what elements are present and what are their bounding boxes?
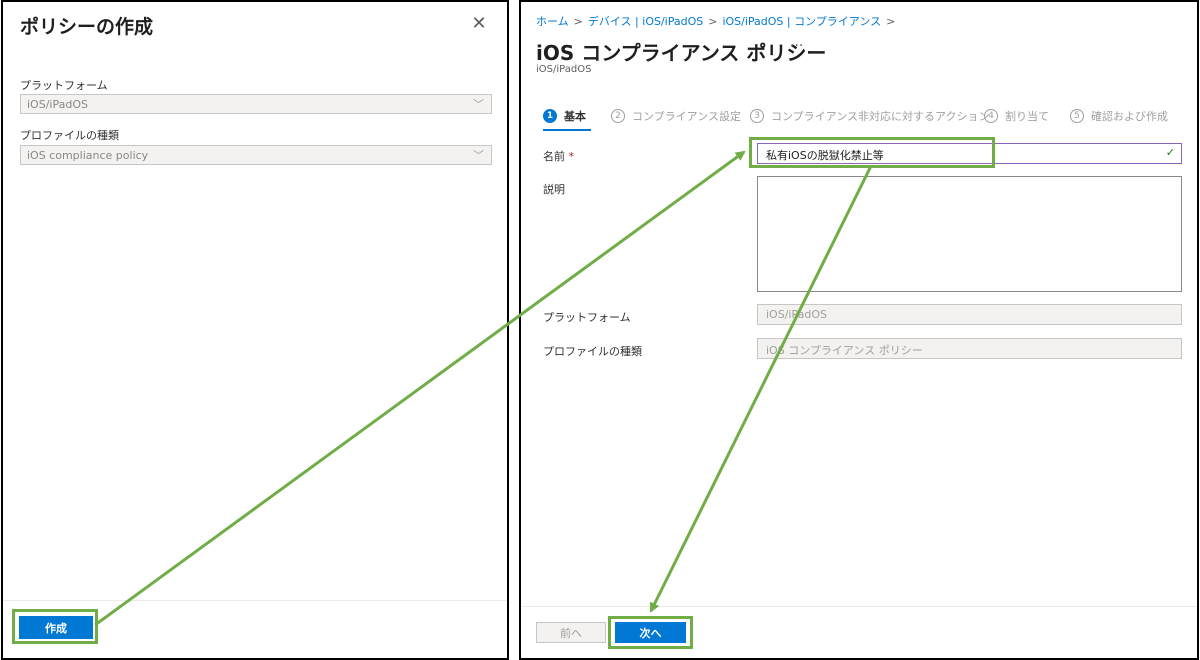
chevron-down-icon: ﹀ [473, 149, 484, 162]
chevron-down-icon: ﹀ [473, 98, 484, 111]
required-mark: * [568, 150, 575, 163]
step-label: 基本 [564, 110, 586, 123]
step-number: 3 [750, 109, 764, 123]
step-label: コンプライアンス非対応に対するアクション [771, 110, 990, 123]
chevron-right-icon: > [886, 15, 896, 28]
description-label: 説明 [543, 183, 565, 196]
platform-label: プラットフォーム [543, 311, 631, 324]
previous-button[interactable]: 前へ [536, 622, 606, 643]
step-number: 5 [1070, 109, 1084, 123]
name-label-text: 名前 [543, 150, 565, 163]
panel-title: ポリシーの作成 [20, 16, 154, 38]
create-button[interactable]: 作成 [19, 616, 93, 639]
page-title: iOS コンプライアンス ポリシー [536, 41, 827, 65]
profile-type-label: プロファイルの種類 [543, 345, 642, 358]
profile-type-field: iOS コンプライアンス ポリシー [757, 338, 1182, 359]
platform-select-value: iOS/iPadOS [27, 98, 88, 111]
step-number: 1 [543, 109, 557, 123]
step-label: コンプライアンス設定 [632, 110, 742, 123]
profile-type-select[interactable]: iOS compliance policy ﹀ [20, 145, 492, 165]
name-input[interactable]: 私有iOSの脱獄化禁止等 ✓ [757, 143, 1182, 164]
footer-divider [521, 606, 1197, 607]
step-noncompliance-actions[interactable]: 3 コンプライアンス非対応に対するアクション [750, 108, 989, 124]
breadcrumb-home[interactable]: ホーム [536, 15, 569, 28]
page-subtitle: iOS/iPadOS [536, 64, 592, 75]
profile-type-label: プロファイルの種類 [20, 129, 119, 142]
step-number: 2 [611, 109, 625, 123]
breadcrumb-devices[interactable]: デバイス | iOS/iPadOS [588, 15, 703, 28]
step-label: 割り当て [1005, 110, 1049, 123]
step-assignments[interactable]: 4 割り当て [984, 108, 1049, 124]
step-review-create[interactable]: 5 確認および作成 [1070, 108, 1168, 124]
chevron-right-icon: > [708, 15, 718, 28]
next-button[interactable]: 次へ [615, 622, 686, 643]
platform-label: プラットフォーム [20, 79, 108, 92]
platform-field: iOS/iPadOS [757, 304, 1182, 325]
step-number: 4 [984, 109, 998, 123]
checkmark-icon: ✓ [1165, 146, 1175, 159]
create-policy-panel: ポリシーの作成 ✕ プラットフォーム iOS/iPadOS ﹀ プロファイルの種… [1, 0, 509, 660]
ios-compliance-policy-panel: ホーム > デバイス | iOS/iPadOS > iOS/iPadOS | コンプライ… [519, 0, 1199, 660]
active-step-indicator [543, 129, 591, 131]
name-input-value: 私有iOSの脱獄化禁止等 [766, 149, 884, 162]
step-basics[interactable]: 1 基本 [543, 108, 586, 124]
breadcrumb-compliance[interactable]: iOS/iPadOS | コンプライアンス [722, 15, 881, 28]
platform-select[interactable]: iOS/iPadOS ﹀ [20, 94, 492, 114]
close-icon[interactable]: ✕ [469, 14, 489, 34]
more-options-icon[interactable]: ··· [790, 38, 803, 54]
chevron-right-icon: > [573, 15, 583, 28]
step-label: 確認および作成 [1091, 110, 1168, 123]
breadcrumb: ホーム > デバイス | iOS/iPadOS > iOS/iPadOS | コンプライ… [536, 13, 900, 29]
step-compliance-settings[interactable]: 2 コンプライアンス設定 [611, 108, 741, 124]
name-label: 名前 * [543, 148, 574, 164]
profile-type-select-value: iOS compliance policy [27, 149, 149, 162]
footer-divider [3, 600, 507, 601]
description-textarea[interactable] [757, 176, 1182, 292]
